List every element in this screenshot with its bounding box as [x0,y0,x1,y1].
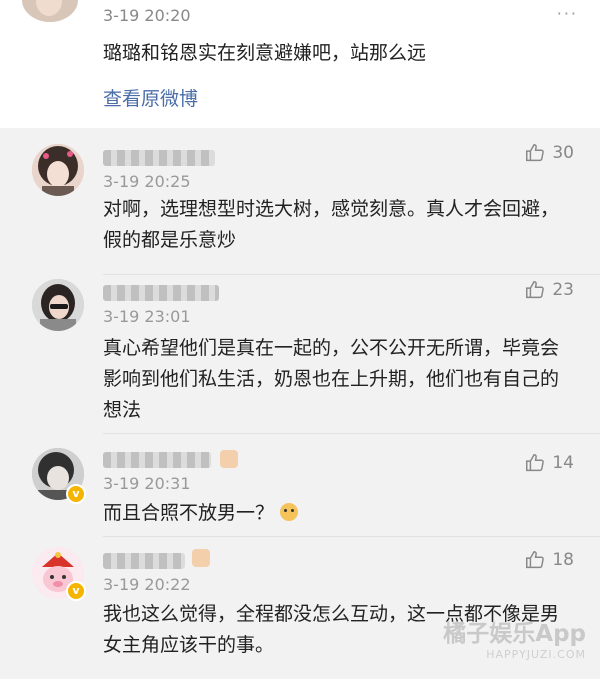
blurred-username[interactable] [103,553,185,569]
watermark-title: 橘子娱乐App [443,621,586,647]
doge-emoji-icon [280,503,299,521]
more-icon[interactable]: ··· [557,4,578,23]
comment-text-body: 而且合照不放男一？ [103,502,275,524]
comment-time: 3-19 20:31 [103,474,191,493]
post-author-avatar[interactable] [22,0,78,22]
like-count: 23 [552,280,574,300]
post-text: 璐璐和铭恩实在刻意避嫌吧，站那么远 [103,42,427,64]
comment-time: 3-19 23:01 [103,307,191,326]
thumbs-up-icon [526,281,545,299]
comment-time: 3-19 20:25 [103,172,191,191]
thumbs-up-icon [526,551,545,569]
blurred-username[interactable] [103,150,215,166]
blurred-username[interactable] [103,285,219,301]
verified-badge-icon: v [66,581,86,601]
like-count: 18 [552,550,574,570]
like-button[interactable]: 14 [524,452,574,474]
comment-text: 而且合照不放男一？ [103,498,573,529]
like-button[interactable]: 23 [524,279,574,301]
thumbs-up-icon [526,144,545,162]
thumbs-up-icon [526,454,545,472]
commenter-avatar[interactable] [32,279,84,331]
original-post: 3-19 20:20 ··· 璐璐和铭恩实在刻意避嫌吧，站那么远 查看原微博 [0,0,600,128]
watermark: 橘子娱乐App HAPPYJUZI.COM [443,614,586,661]
user-level-icon [220,450,238,468]
verified-badge-icon: v [66,484,86,504]
comment-time: 3-19 20:22 [103,575,191,594]
comment-list: 3-19 20:25 30 对啊，选理想型时选大树，感觉刻意。真人才会回避，假的… [0,128,600,679]
comment-text: 对啊，选理想型时选大树，感觉刻意。真人才会回避，假的都是乐意炒 [103,198,560,251]
comment-item: 3-19 23:01 23 真心希望他们是真在一起的，公不公开无所谓，毕竟会影响… [0,275,600,435]
comment-item: 3-19 20:25 30 对啊，选理想型时选大树，感觉刻意。真人才会回避，假的… [0,128,600,276]
user-level-icon [192,549,210,567]
comment-text: 真心希望他们是真在一起的，公不公开无所谓，毕竟会影响到他们私生活，奶恩也在上升期… [103,337,560,421]
watermark-url: HAPPYJUZI.COM [486,648,586,661]
commenter-avatar[interactable] [32,144,84,196]
like-count: 14 [552,453,574,473]
like-button[interactable]: 30 [524,142,574,164]
view-original-weibo-link[interactable]: 查看原微博 [103,84,198,111]
post-time: 3-19 20:20 [103,6,191,25]
like-button[interactable]: 18 [524,549,574,571]
blurred-username[interactable] [103,452,211,468]
comment-item: v 3-19 20:31 14 而且合照不放男一？ [0,434,600,538]
like-count: 30 [552,143,574,163]
